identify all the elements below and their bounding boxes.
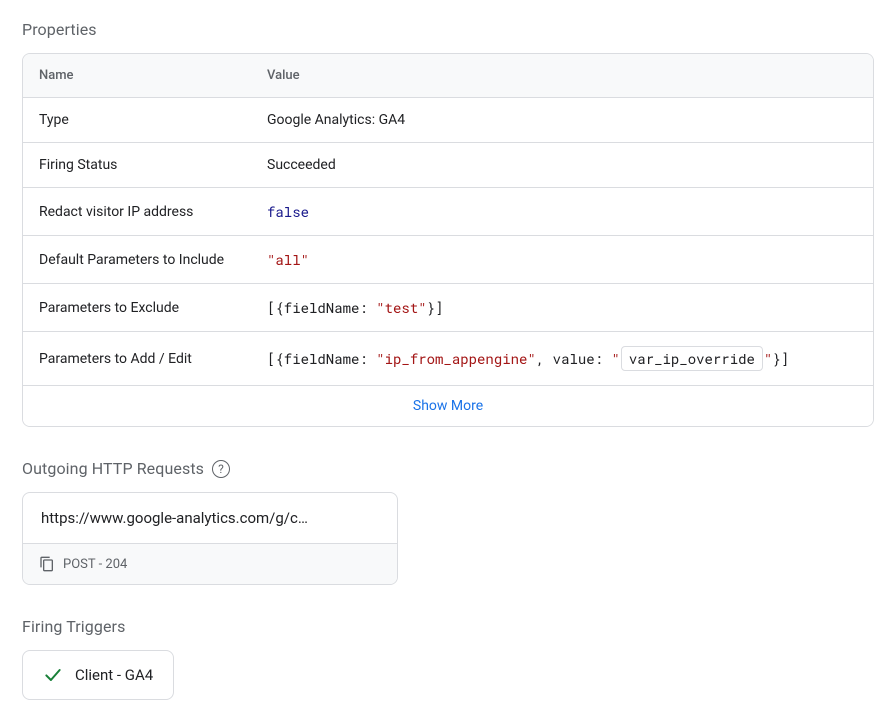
check-icon	[43, 665, 63, 685]
code-punct: [{fieldName:	[267, 349, 376, 368]
code-punct: , value:	[536, 349, 612, 368]
prop-value: "all"	[267, 250, 309, 269]
http-request-card[interactable]: https://www.google-analytics.com/g/c… PO…	[22, 492, 398, 585]
variable-chip[interactable]: var_ip_override	[621, 346, 763, 371]
prop-name: Parameters to Add / Edit	[39, 351, 267, 367]
code-string: "all"	[267, 250, 309, 269]
code-punct: }]	[772, 349, 789, 368]
code-string: "test"	[376, 298, 426, 317]
table-row: Redact visitor IP address false	[23, 188, 873, 236]
prop-name: Default Parameters to Include	[39, 252, 267, 268]
firing-triggers-title: Firing Triggers	[22, 617, 874, 636]
properties-title: Properties	[22, 20, 874, 39]
code-string: "	[611, 349, 619, 368]
properties-table: Name Value Type Google Analytics: GA4 Fi…	[22, 53, 874, 427]
help-icon[interactable]: ?	[212, 460, 230, 478]
prop-value: false	[267, 202, 309, 221]
properties-header-row: Name Value	[23, 54, 873, 98]
prop-name: Firing Status	[39, 157, 267, 173]
prop-value: [{fieldName: "test"}]	[267, 298, 443, 317]
prop-name: Parameters to Exclude	[39, 300, 267, 316]
trigger-label: Client - GA4	[75, 666, 153, 684]
prop-value: Succeeded	[267, 157, 336, 173]
prop-value: [{fieldName: "ip_from_appengine", value:…	[267, 346, 789, 371]
code-boolean: false	[267, 202, 309, 221]
table-row: Type Google Analytics: GA4	[23, 98, 873, 143]
table-row: Parameters to Exclude [{fieldName: "test…	[23, 284, 873, 332]
prop-name: Redact visitor IP address	[39, 204, 267, 220]
table-row: Parameters to Add / Edit [{fieldName: "i…	[23, 332, 873, 386]
show-more-button[interactable]: Show More	[23, 386, 873, 426]
code-punct: }]	[427, 298, 444, 317]
prop-name: Type	[39, 112, 267, 128]
http-requests-title: Outgoing HTTP Requests	[22, 459, 204, 478]
trigger-chip[interactable]: Client - GA4	[22, 650, 174, 700]
code-punct: [{fieldName:	[267, 298, 376, 317]
prop-value: Google Analytics: GA4	[267, 112, 405, 128]
column-header-name: Name	[39, 68, 267, 83]
code-string: "ip_from_appengine"	[376, 349, 536, 368]
table-row: Default Parameters to Include "all"	[23, 236, 873, 284]
copy-icon[interactable]	[39, 556, 55, 572]
http-method-status: POST - 204	[63, 557, 127, 572]
http-meta-row: POST - 204	[23, 544, 397, 584]
column-header-value: Value	[267, 68, 300, 83]
http-url: https://www.google-analytics.com/g/c…	[23, 493, 397, 544]
table-row: Firing Status Succeeded	[23, 143, 873, 188]
